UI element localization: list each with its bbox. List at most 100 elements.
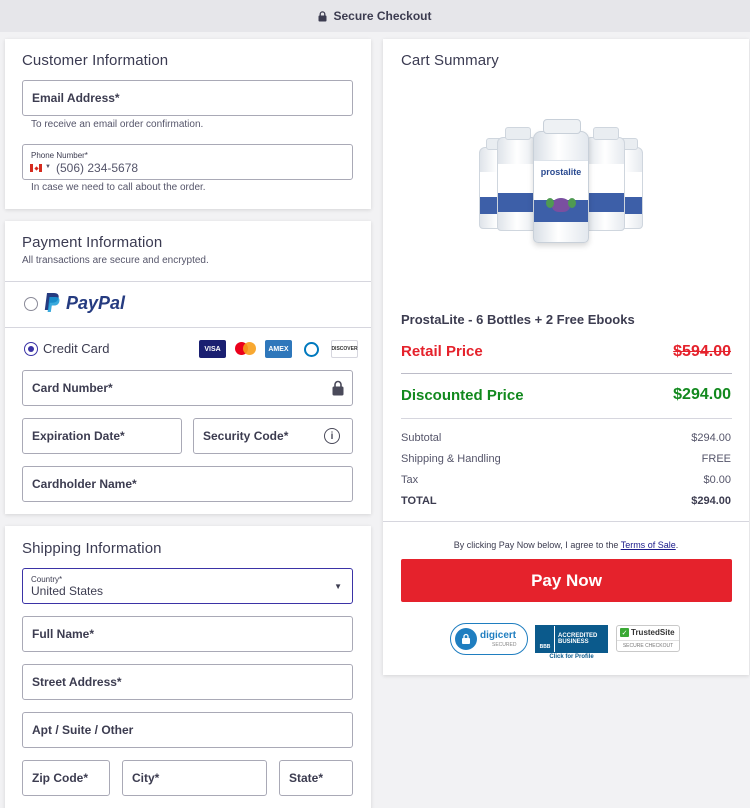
city-label: City* <box>132 771 160 785</box>
street-address-field[interactable]: Street Address* <box>22 664 353 700</box>
bbb-badge[interactable]: BBB ACCREDITED BUSINESS Click for Profil… <box>535 625 608 661</box>
secure-checkout-label: Secure Checkout <box>333 9 432 23</box>
city-field[interactable]: City* <box>122 760 267 796</box>
trustedsite-label: TrustedSite <box>631 628 675 637</box>
security-code-field[interactable]: Security Code* i <box>193 418 353 454</box>
paypal-logo[interactable]: PayPal <box>43 292 125 314</box>
zip-code-field[interactable]: Zip Code* <box>22 760 110 796</box>
retail-price-label: Retail Price <box>401 343 483 360</box>
check-icon: ✓ <box>620 628 629 637</box>
lock-icon <box>318 10 327 21</box>
full-name-field[interactable]: Full Name* <box>22 616 353 652</box>
credit-card-radio[interactable] <box>24 342 38 356</box>
total-value: $294.00 <box>691 495 731 507</box>
paypal-icon <box>44 293 60 312</box>
subtotal-label: Subtotal <box>401 432 442 444</box>
country-field-label: Country* <box>31 575 63 584</box>
shipping-label: Shipping & Handling <box>401 453 501 465</box>
phone-field-label: Phone Number* <box>31 151 88 160</box>
divider <box>5 327 371 328</box>
trustedsite-sublabel: SECURE CHECKOUT <box>617 640 679 649</box>
chevron-down-icon[interactable]: ▼ <box>334 582 342 591</box>
amex-icon: AMEX <box>265 340 292 358</box>
bottle-brand-label: prostalite <box>540 167 582 177</box>
email-hint: To receive an email order confirmation. <box>31 119 204 130</box>
shipping-info-title: Shipping Information <box>22 540 162 557</box>
divider <box>401 418 732 419</box>
terms-of-sale-link[interactable]: Terms of Sale <box>621 540 676 550</box>
state-field[interactable]: State* <box>279 760 353 796</box>
email-field[interactable]: Email Address* <box>22 80 353 116</box>
bbb-line2: BUSINESS <box>558 639 589 645</box>
email-field-label: Email Address* <box>32 91 120 105</box>
phone-hint: In case we need to call about the order. <box>31 182 206 193</box>
cart-summary-card: Cart Summary prostalite ProstaLite - 6 B… <box>383 39 749 675</box>
terms-text: By clicking Pay Now below, I agree to th… <box>383 540 749 550</box>
credit-card-label[interactable]: Credit Card <box>43 341 109 356</box>
tax-value: $0.00 <box>703 474 731 486</box>
divider <box>5 281 371 282</box>
street-address-label: Street Address* <box>32 675 122 689</box>
terms-suffix: . <box>675 540 679 550</box>
product-image: prostalite <box>471 119 651 259</box>
visa-icon: VISA <box>199 340 226 358</box>
full-name-label: Full Name* <box>32 627 95 641</box>
card-brand-icons: VISA AMEX DISCOVER <box>199 340 358 358</box>
trustedsite-badge[interactable]: ✓ TrustedSite SECURE CHECKOUT <box>616 625 680 652</box>
discounted-price-label: Discounted Price <box>401 387 524 404</box>
shipping-value: FREE <box>701 453 731 465</box>
tax-row: Tax $0.00 <box>401 474 731 486</box>
shipping-row: Shipping & Handling FREE <box>401 453 731 465</box>
customer-info-title: Customer Information <box>22 52 169 69</box>
apt-suite-field[interactable]: Apt / Suite / Other <box>22 712 353 748</box>
discounted-price-value: $294.00 <box>673 386 731 403</box>
bottle-front: prostalite <box>533 119 589 243</box>
cardholder-name-label: Cardholder Name* <box>32 477 137 491</box>
expiration-date-label: Expiration Date* <box>32 429 125 443</box>
secure-checkout-bar: Secure Checkout <box>0 0 750 32</box>
pay-now-button[interactable]: Pay Now <box>401 559 732 602</box>
phone-field[interactable]: Phone Number* ▼ (506) 234-5678 <box>22 144 353 180</box>
total-label: TOTAL <box>401 495 437 507</box>
subtotal-value: $294.00 <box>691 432 731 444</box>
country-code-chevron-icon[interactable]: ▼ <box>45 164 51 170</box>
subtotal-row: Subtotal $294.00 <box>401 432 731 444</box>
phone-placeholder: (506) 234-5678 <box>56 161 139 175</box>
bbb-sublabel: Click for Profile <box>549 654 594 660</box>
digicert-label: digicert <box>480 629 517 641</box>
state-label: State* <box>289 771 324 785</box>
card-number-field[interactable]: Card Number* <box>22 370 353 406</box>
country-value: United States <box>31 584 104 598</box>
cardholder-name-field[interactable]: Cardholder Name* <box>22 466 353 502</box>
digicert-lock-icon <box>455 628 477 650</box>
digicert-sublabel: SECURED <box>492 641 517 648</box>
zip-code-label: Zip Code* <box>32 771 88 785</box>
info-icon[interactable]: i <box>324 428 340 444</box>
security-code-label: Security Code* <box>203 429 289 443</box>
card-number-label: Card Number* <box>32 381 113 395</box>
diners-icon <box>298 340 325 358</box>
bottle-mid-left <box>497 127 537 231</box>
cart-summary-title: Cart Summary <box>401 52 499 69</box>
payment-info-card: Payment Information All transactions are… <box>5 221 371 514</box>
payment-info-subtitle: All transactions are secure and encrypte… <box>22 255 209 266</box>
retail-price-value: $594.00 <box>673 343 731 360</box>
discover-icon: DISCOVER <box>331 340 358 358</box>
tax-label: Tax <box>401 474 419 486</box>
divider <box>401 373 732 374</box>
paypal-label: PayPal <box>66 292 126 313</box>
paypal-radio[interactable] <box>24 297 38 311</box>
country-select[interactable]: Country* United States ▼ <box>22 568 353 604</box>
total-row: TOTAL $294.00 <box>401 495 731 507</box>
shipping-info-card: Shipping Information Country* United Sta… <box>5 526 371 808</box>
bottle-mid-right <box>585 127 625 231</box>
canada-flag-icon[interactable] <box>30 164 42 172</box>
mastercard-icon <box>232 340 259 358</box>
bbb-logo-icon: BBB <box>536 626 554 652</box>
product-name: ProstaLite - 6 Bottles + 2 Free Ebooks <box>401 312 635 327</box>
expiration-date-field[interactable]: Expiration Date* <box>22 418 182 454</box>
customer-info-card: Customer Information Email Address* To r… <box>5 39 371 209</box>
terms-prefix: By clicking Pay Now below, I agree to th… <box>453 540 621 550</box>
digicert-badge[interactable]: digicert SECURED <box>450 623 528 655</box>
divider <box>383 521 749 522</box>
